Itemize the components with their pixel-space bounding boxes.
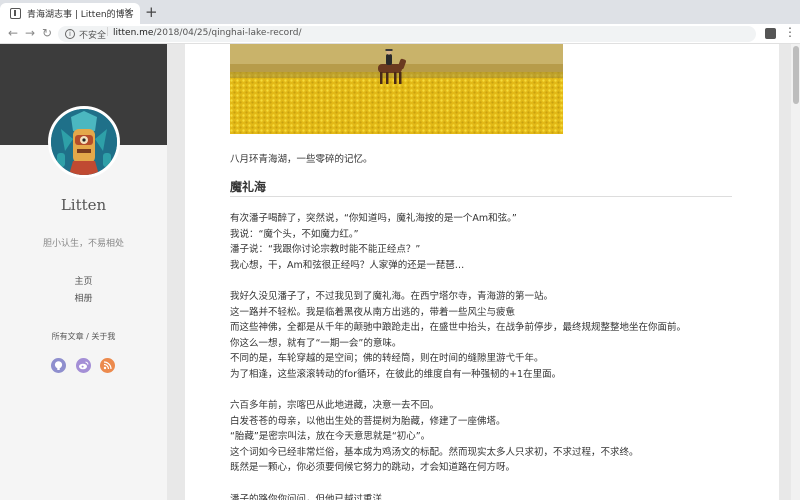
github-icon[interactable] <box>51 358 66 373</box>
page-scrollbar[interactable] <box>791 44 800 500</box>
article-line: 我好久没见潘子了，不过我见到了魔礼海。在西宁塔尔寺，青海游的第一站。 <box>230 291 554 302</box>
article-paragraph-2: 我好久没见潘子了，不过我见到了魔礼海。在西宁塔尔寺，青海游的第一站。 这一路并不… <box>230 289 740 383</box>
url-path: /2018/04/25/qinghai-lake-record/ <box>153 28 302 38</box>
blog-favicon-icon <box>10 8 21 19</box>
url-text[interactable]: litten.me/2018/04/25/qinghai-lake-record… <box>113 28 301 38</box>
hero-photo <box>230 44 563 134</box>
article-line: 白发苍苍的母亲，以他出生处的菩提树为胎藏，修建了一座佛塔。 <box>230 415 506 427</box>
avatar-illustration <box>51 109 117 175</box>
article-paragraph-3: 六百多年前，宗喀巴从此地进藏，决意一去不回。 白发苍苍的母亲，以他出生处的菩提树… <box>230 398 740 476</box>
forward-arrow-icon[interactable]: → <box>25 26 35 40</box>
article-intro: 八月环青海湖，一些零碎的记忆。 <box>230 154 373 165</box>
article-line: “胎藏”是密宗叫法，放在今天意思就是“初心”。 <box>230 431 431 443</box>
article-line: 这一路并不轻松。我是临着黑夜从南方出逃的，带着一些风尘与疲惫 <box>230 306 516 318</box>
tab-close-icon[interactable]: × <box>124 6 132 17</box>
sidebar-item-home[interactable]: 主页 <box>0 274 167 291</box>
reload-icon[interactable]: ↻ <box>42 26 52 40</box>
browser-toolbar: ← → ↻ i 不安全 | litten.me/2018/04/25/qingh… <box>0 24 800 44</box>
about-link[interactable]: 关于我 <box>91 332 115 341</box>
url-host: litten.me <box>113 28 154 38</box>
scrollbar-thumb[interactable] <box>793 46 799 104</box>
article-line: 而这些神佛，全都是从千年的颠驰中踉跄走出，在盛世中抬头，在战争前停步，最终规规整… <box>230 322 687 334</box>
all-posts-link[interactable]: 所有文章 <box>52 332 84 341</box>
article-line: 这个词如今已经非常烂俗，基本成为鸡汤文的标配。然而现实太多人只求初，不求过程，不… <box>230 446 639 458</box>
rss-icon[interactable] <box>100 358 115 373</box>
article-paragraph-1: 有次潘子喝醉了，突然说，“你知道吗，魔礼海按的是一个Am和弦。” 我说：“魔个头… <box>230 211 740 273</box>
canola-field-horse-image <box>230 44 563 134</box>
blog-tagline: 胆小认生，不易相处 <box>42 239 124 249</box>
article-line: 我说：“魔个头，不如魔力红。” <box>230 228 359 240</box>
address-bar[interactable]: i 不安全 | litten.me/2018/04/25/qinghai-lak… <box>58 26 756 42</box>
links-separator: / <box>86 332 89 341</box>
sidebar-item-album[interactable]: 相册 <box>0 291 167 308</box>
sidebar-links: 所有文章 / 关于我 <box>0 331 167 342</box>
blog-name[interactable]: Litten <box>0 196 167 214</box>
url-separator: | <box>106 27 110 37</box>
back-arrow-icon[interactable]: ← <box>8 26 18 40</box>
article-line: 不同的是，车轮穿越的是空间；佛的转经筒，则在时间的缝隙里游弋千年。 <box>230 353 544 365</box>
article-line: 潘子的路你你问问，但他已越过重洋 <box>230 494 383 500</box>
tab-title: 青海湖志事 | Litten的博客 <box>27 10 134 20</box>
sidebar: Litten 胆小认生，不易相处 主页 相册 所有文章 / 关于我 <box>0 44 167 500</box>
sidebar-nav: 主页 相册 <box>0 274 167 308</box>
browser-menu-icon[interactable]: ⋮ <box>784 25 796 39</box>
article-line: 潘子说：“我跟你讨论宗教时能不能正经点？” <box>230 244 421 256</box>
section-divider <box>230 196 732 197</box>
article-line: 六百多年前，宗喀巴从此地进藏，决意一去不回。 <box>230 400 440 411</box>
article-line: 既然是一颗心，你必须要伺候它努力的跳动，才会知道路在何方呀。 <box>230 462 516 474</box>
browser-tabstrip: 青海湖志事 | Litten的博客 × + <box>0 0 800 24</box>
article-line: 你这么一想，就有了“一期一会”的意味。 <box>230 337 402 349</box>
article-line: 有次潘子喝醉了，突然说，“你知道吗，魔礼海按的是一个Am和弦。” <box>230 213 517 224</box>
profile-icon[interactable] <box>765 28 776 39</box>
security-status[interactable]: 不安全 <box>79 28 106 41</box>
section-title: 魔礼海 <box>230 180 267 194</box>
browser-tab[interactable]: 青海湖志事 | Litten的博客 × <box>0 3 140 24</box>
new-tab-button[interactable]: + <box>145 3 158 21</box>
article-paragraph-4: 潘子的路你你问问，但他已越过重洋 <box>230 492 740 500</box>
weibo-icon[interactable] <box>76 358 91 373</box>
avatar[interactable] <box>48 106 120 178</box>
info-icon[interactable]: i <box>65 29 75 39</box>
article-line: 我心想，干，Am和弦很正经吗？人家弹的还是一琵琶… <box>230 259 465 271</box>
article-line: 为了相逢，这些滚滚转动的for循环，在彼此的维度自有一种强韧的+1在里面。 <box>230 368 562 380</box>
